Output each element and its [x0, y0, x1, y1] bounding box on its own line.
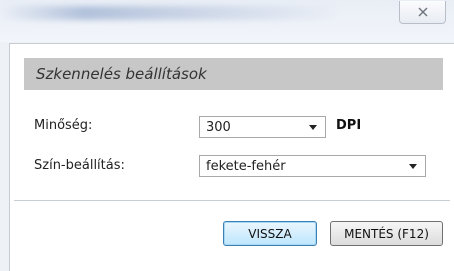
- dialog-body: Szkennelés beállítások Minőség: 300 DPI …: [9, 43, 454, 271]
- color-setting-select[interactable]: fekete-fehér: [199, 155, 426, 177]
- close-button[interactable]: [399, 1, 446, 24]
- blurred-window-title: [0, 6, 340, 20]
- chevron-down-icon: [309, 124, 317, 130]
- quality-label: Minőség:: [34, 118, 93, 133]
- title-bar: [0, 0, 454, 42]
- divider: [14, 200, 450, 201]
- color-setting-value: fekete-fehér: [206, 158, 286, 174]
- color-setting-label: Szín-beállítás:: [34, 158, 125, 173]
- back-button-label: VISSZA: [248, 226, 292, 241]
- save-button[interactable]: MENTÉS (F12): [330, 221, 443, 246]
- quality-value: 300: [206, 119, 231, 135]
- save-button-label: MENTÉS (F12): [344, 226, 429, 241]
- close-icon: [418, 7, 427, 17]
- section-header: Szkennelés beállítások: [24, 58, 443, 90]
- chevron-down-icon: [409, 163, 417, 169]
- back-button[interactable]: VISSZA: [223, 221, 317, 246]
- quality-select[interactable]: 300: [199, 116, 326, 138]
- section-title: Szkennelés beállítások: [36, 65, 207, 83]
- dpi-unit-label: DPI: [336, 118, 362, 133]
